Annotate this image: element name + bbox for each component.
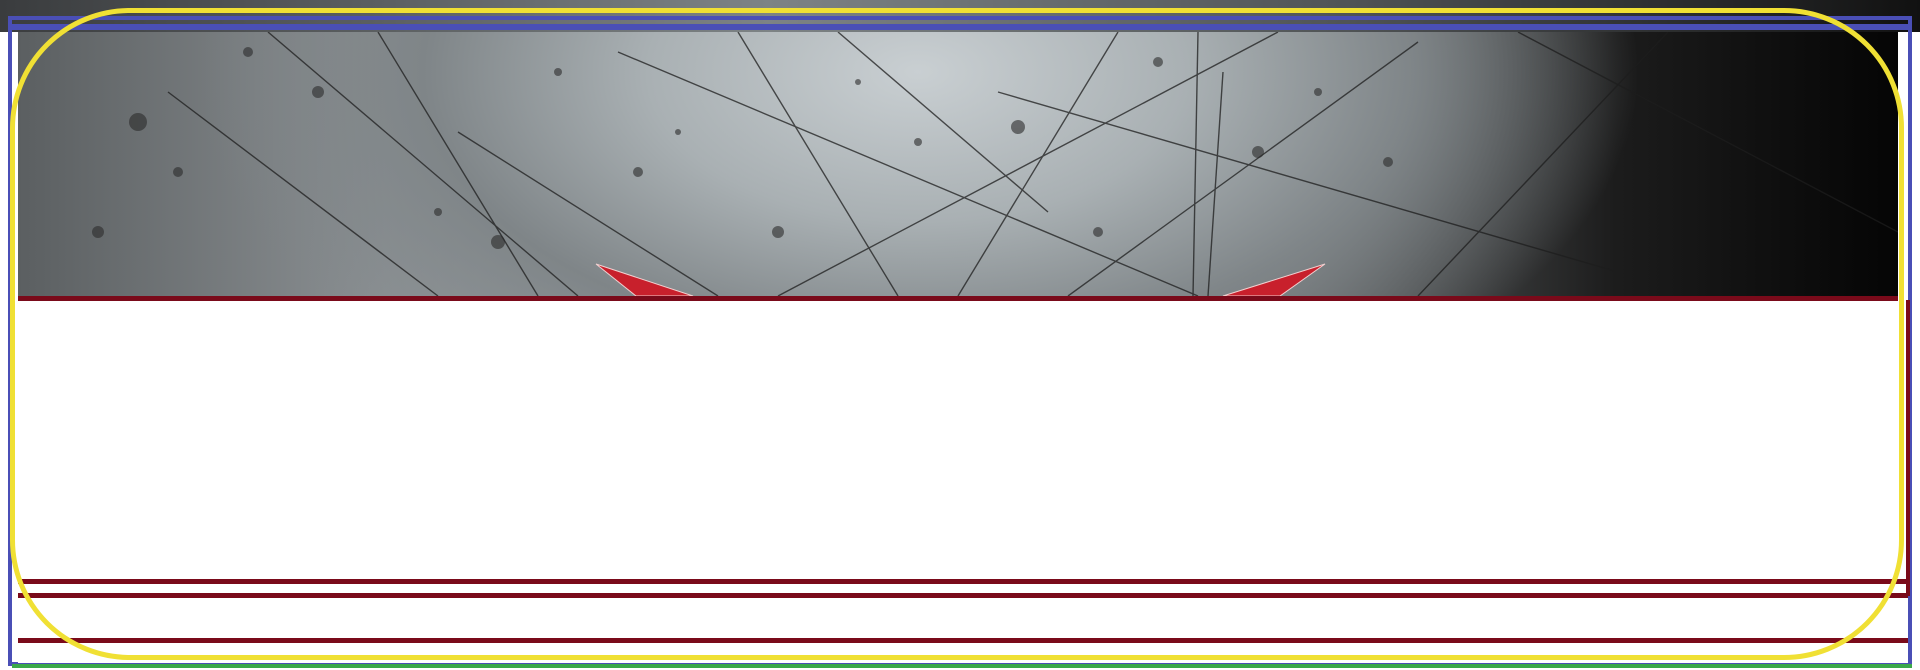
outer-frame-top-rule [8, 24, 1912, 30]
footer-band-2 [18, 643, 1908, 663]
content-bottom-rule [18, 579, 1908, 584]
right-edge-rule [1906, 300, 1910, 596]
grunge-specks [92, 47, 1393, 249]
header-banner [18, 32, 1898, 296]
bottom-rule [12, 664, 1912, 668]
banner-texture [92, 32, 1898, 296]
footer-band-1 [18, 598, 1908, 638]
page [0, 0, 1920, 670]
scratch-lines [167, 32, 1898, 296]
content-area [18, 301, 1898, 579]
red-blade-left [595, 263, 694, 296]
red-blade-right [1222, 263, 1326, 296]
